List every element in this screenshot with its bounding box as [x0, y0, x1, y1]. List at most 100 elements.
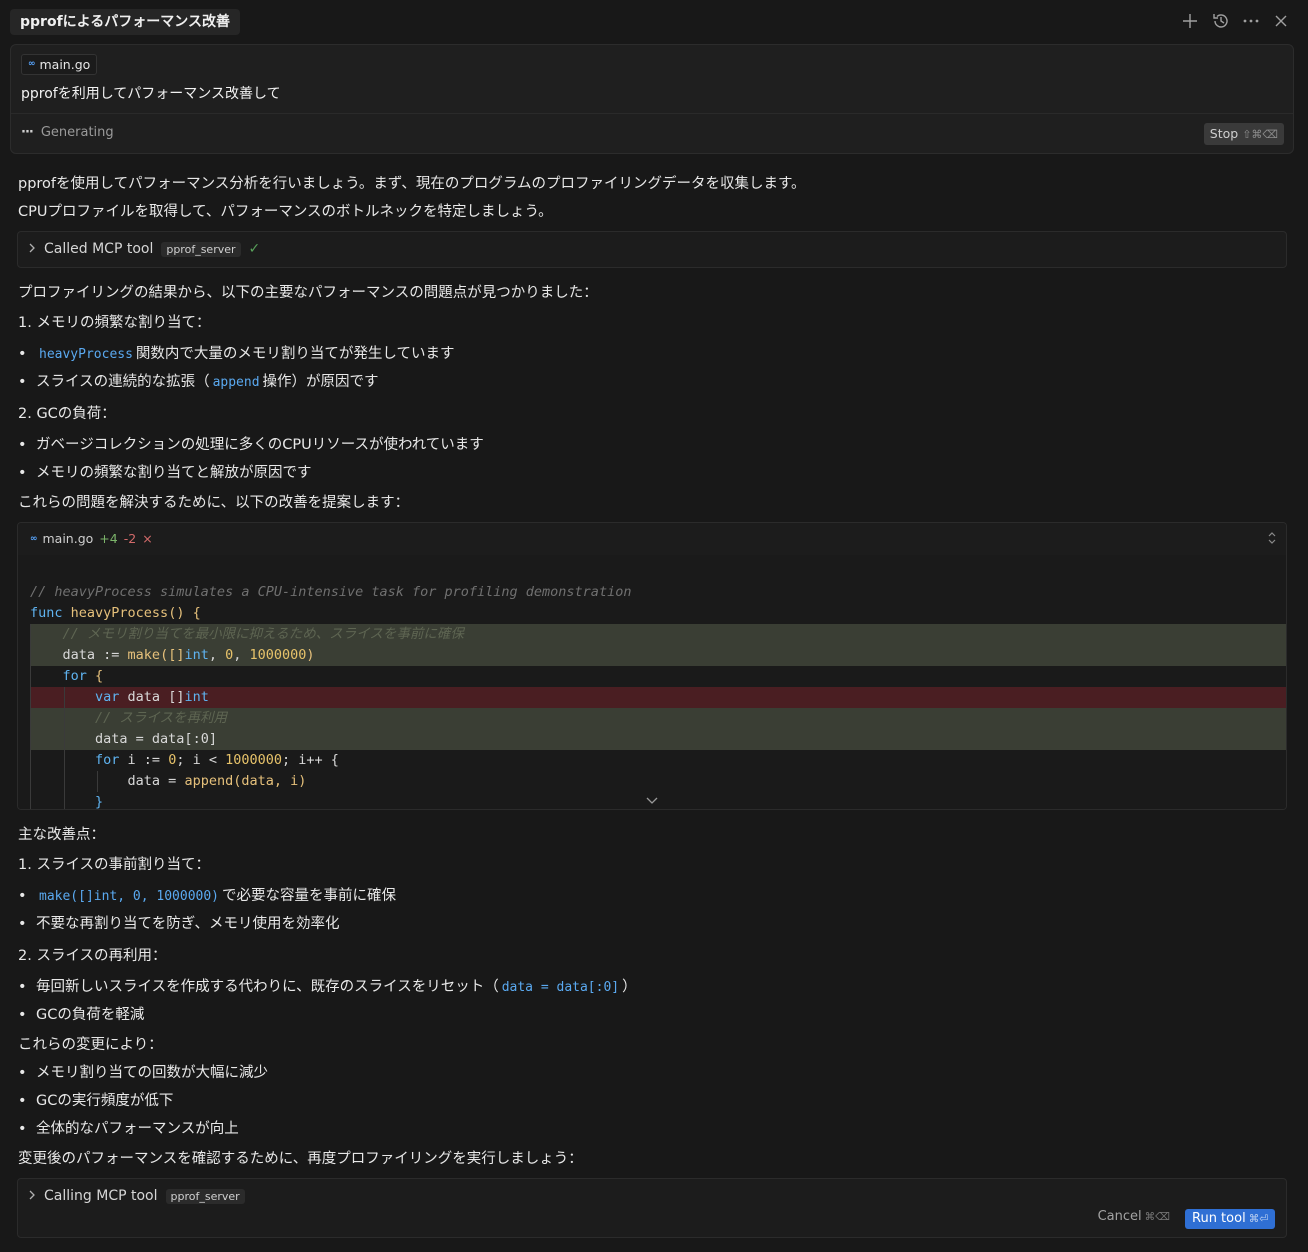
code-token: (data, i) [233, 773, 307, 789]
message-text: これらの変更により： [18, 1037, 163, 1053]
go-file-icon: ∞ [30, 533, 37, 544]
list-item: スライスの連続的な拡張（append操作）が原因です [18, 370, 379, 391]
code-token: ; i < [176, 752, 226, 768]
message-text: pprofを使用してパフォーマンス分析を行いましょう。まず、現在のプログラムのプ… [18, 176, 806, 192]
code-keyword: int [184, 689, 209, 705]
more-options-icon[interactable] [1240, 10, 1262, 32]
code-comment: // メモリ割り当てを最小限に抑えるため、スライスを事前に確保 [62, 626, 464, 642]
code-token: } [95, 794, 104, 810]
run-tool-label: Run tool [1192, 1211, 1246, 1226]
list-item: make([]int, 0, 1000000)で必要な容量を事前に確保 [18, 884, 396, 905]
code-token: () { [168, 605, 201, 621]
remove-icon: × [142, 531, 153, 546]
message-text: プロファイリングの結果から、以下の主要なパフォーマンスの問題点が見つかりました： [18, 285, 598, 301]
chevron-down-icon[interactable] [646, 793, 658, 809]
code-token: , [233, 647, 250, 663]
tool-call-pending[interactable]: Calling MCP tool pprof_server Cancel ⌘⌫ R… [17, 1178, 1287, 1238]
code-line: } [30, 792, 1286, 810]
expand-collapse-icon[interactable] [1268, 532, 1276, 548]
code-block-header: ∞ main.go +4 -2 × [18, 523, 1286, 555]
code-comment: // スライスを再利用 [95, 710, 228, 726]
code-token: ([] [160, 647, 185, 663]
list-item-text: ） [622, 979, 637, 995]
stop-shortcut: ⇧⌘⌫ [1242, 128, 1278, 141]
tool-call-label: Calling MCP tool [44, 1188, 158, 1204]
code-keyword: for [62, 668, 87, 684]
inline-code: heavyProcess [39, 347, 133, 362]
list-item: ガベージコレクションの処理に多くのCPUリソースが使われています [18, 433, 484, 454]
code-function: heavyProcess [70, 605, 169, 621]
code-token: ; i++ { [282, 752, 339, 768]
indent-guide [30, 624, 31, 809]
code-file-name[interactable]: main.go [43, 531, 94, 546]
code-line-added: data = data[:0] [30, 729, 1286, 750]
code-number: 1000000 [225, 752, 283, 768]
list-item-text: メモリの頻繁な割り当てと解放が原因です [36, 465, 312, 481]
code-token: , [208, 647, 226, 663]
message-text: これらの問題を解決するために、以下の改善を提案します： [18, 495, 410, 511]
code-line-removed: var data []int [30, 687, 1286, 708]
code-line-added: // メモリ割り当てを最小限に抑えるため、スライスを事前に確保 [30, 624, 1286, 645]
divider [11, 113, 1293, 114]
code-line: for i := 0; i < 1000000; i++ { [30, 750, 1286, 771]
code-keyword: func [30, 605, 63, 621]
run-tool-shortcut: ⌘⏎ [1248, 1213, 1268, 1225]
list-heading: 2. スライスの再利用： [18, 948, 167, 964]
loading-dots-icon: ··· [21, 125, 34, 140]
code-keyword: int [184, 647, 209, 663]
chat-title[interactable]: pprofによるパフォーマンス改善 [10, 9, 240, 35]
new-chat-icon[interactable] [1179, 10, 1201, 32]
code-line-added: data := make([]int, 0, 1000000) [30, 645, 1286, 666]
tool-server-tag: pprof_server [165, 1188, 245, 1204]
tool-server-tag: pprof_server [161, 241, 241, 257]
message-text: CPUプロファイルを取得して、パフォーマンスのボトルネックを特定しましょう。 [18, 204, 553, 220]
list-item: メモリ割り当ての回数が大幅に減少 [18, 1061, 268, 1082]
code-number: 1000000 [249, 647, 307, 663]
list-item: 毎回新しいスライスを作成する代わりに、既存のスライスをリセット（data = d… [18, 975, 637, 996]
chat-header: pprofによるパフォーマンス改善 [0, 0, 1308, 44]
stop-button[interactable]: Stop ⇧⌘⌫ [1203, 123, 1284, 145]
list-item-text: ガベージコレクションの処理に多くのCPUリソースが使われています [36, 437, 484, 453]
list-item-text: スライスの連続的な拡張（ [36, 374, 210, 390]
generating-status: ··· Generating [21, 125, 114, 140]
code-token: data = data[:0] [95, 731, 217, 747]
list-item: GCの負荷を軽減 [18, 1003, 144, 1024]
code-line: // heavyProcess simulates a CPU-intensiv… [30, 582, 1286, 603]
chevron-right-icon[interactable] [28, 1188, 36, 1204]
tool-call-called[interactable]: Called MCP tool pprof_server ✓ [17, 231, 1287, 268]
list-item: heavyProcess関数内で大量のメモリ割り当てが発生しています [18, 342, 455, 363]
status-text: Generating [40, 125, 114, 140]
list-item: 不要な再割り当てを防ぎ、メモリ使用を効率化 [18, 912, 339, 933]
code-token: i := [119, 752, 169, 768]
list-item-text: 毎回新しいスライスを作成する代わりに、既存のスライスをリセット（ [36, 979, 499, 995]
inline-code: make([]int, 0, 1000000) [39, 889, 220, 904]
list-item-text: 操作）が原因です [262, 374, 379, 390]
list-item-text: 全体的なパフォーマンスが向上 [36, 1121, 239, 1137]
code-function: make [127, 647, 161, 663]
list-item-text: 不要な再割り当てを防ぎ、メモリ使用を効率化 [36, 916, 340, 932]
code-keyword: var [95, 689, 120, 705]
stop-label: Stop [1209, 126, 1239, 141]
code-keyword: for [95, 752, 120, 768]
prompt-text: pprofを利用してパフォーマンス改善して [21, 86, 281, 102]
code-diff-block[interactable]: ∞ main.go +4 -2 × // heavyProcess simula… [17, 522, 1287, 810]
run-tool-button[interactable]: Run tool ⌘⏎ [1185, 1209, 1275, 1229]
list-heading: 1. メモリの頻繁な割り当て： [18, 315, 211, 331]
code-comment: // heavyProcess simulates a CPU-intensiv… [30, 584, 632, 600]
code-line: for { [30, 666, 1286, 687]
list-item: 全体的なパフォーマンスが向上 [18, 1117, 239, 1138]
list-heading: 2. GCの負荷： [18, 406, 116, 422]
history-icon[interactable] [1210, 10, 1232, 32]
list-item-text: GCの実行頻度が低下 [36, 1093, 174, 1109]
cancel-button[interactable]: Cancel ⌘⌫ [1098, 1209, 1170, 1224]
file-chip[interactable]: ∞ main.go [21, 54, 98, 75]
code-token: { [86, 668, 104, 684]
cancel-shortcut: ⌘⌫ [1144, 1211, 1170, 1223]
chevron-right-icon[interactable] [28, 241, 36, 257]
tool-call-label: Called MCP tool [44, 241, 154, 257]
prompt-box[interactable]: ∞ main.go pprofを利用してパフォーマンス改善して ··· Gene… [10, 44, 1294, 154]
indent-guide [64, 687, 65, 809]
close-icon[interactable] [1270, 10, 1292, 32]
code-body: // heavyProcess simulates a CPU-intensiv… [18, 555, 1286, 810]
code-token: data = [127, 773, 185, 789]
